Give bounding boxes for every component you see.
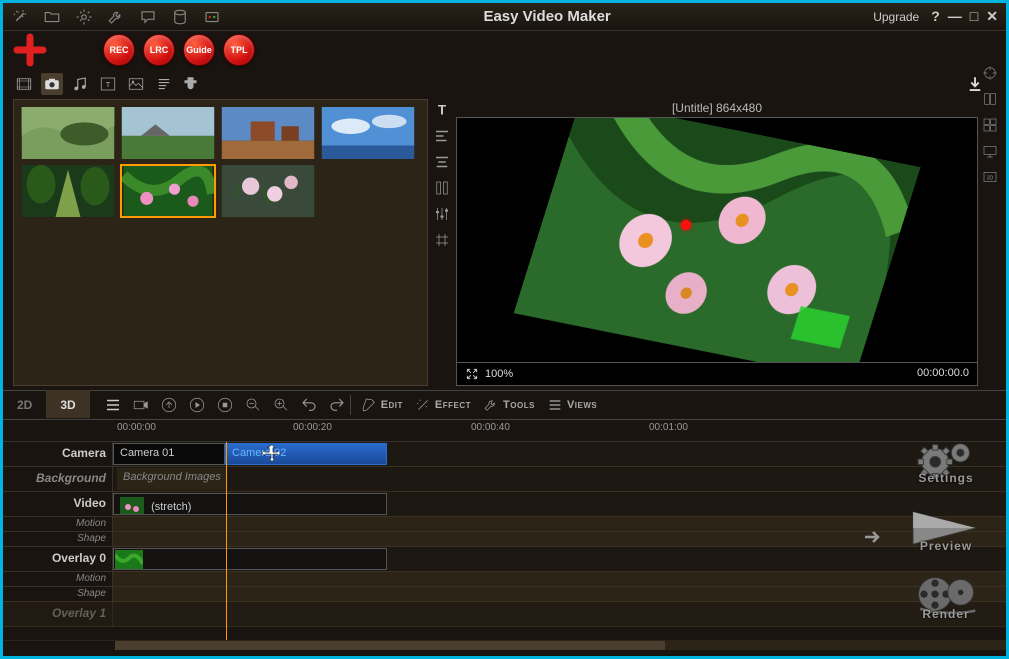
camera-clip[interactable]: Camera 01 bbox=[113, 443, 225, 465]
thumbnail[interactable] bbox=[220, 106, 316, 160]
image-tab-icon[interactable] bbox=[125, 73, 147, 95]
preview-window[interactable] bbox=[456, 117, 978, 363]
align-left-icon[interactable] bbox=[433, 127, 451, 145]
video-tab-icon[interactable] bbox=[13, 73, 35, 95]
preview-toolbar-left: T bbox=[428, 95, 456, 390]
background-hint: Background Images bbox=[117, 468, 227, 490]
horizontal-scrollbar[interactable] bbox=[3, 640, 1006, 650]
preview-button[interactable]: Preview bbox=[896, 501, 996, 555]
right-actions: Settings Preview Render bbox=[896, 433, 996, 623]
redo-icon[interactable] bbox=[328, 396, 346, 414]
wrench-icon[interactable] bbox=[107, 8, 125, 26]
preview-toolbar-right: 3D bbox=[982, 65, 1000, 185]
video-clip[interactable]: (stretch) bbox=[113, 493, 387, 515]
database-icon[interactable] bbox=[171, 8, 189, 26]
fullscreen-icon[interactable] bbox=[465, 367, 479, 381]
3d-icon[interactable]: 3D bbox=[982, 169, 998, 185]
grid-icon[interactable] bbox=[433, 231, 451, 249]
camera-icon[interactable] bbox=[132, 396, 150, 414]
timestamp: 00:00:00.0 bbox=[917, 367, 969, 381]
track-video: Video (stretch) bbox=[3, 492, 1006, 517]
monitor-icon[interactable] bbox=[982, 143, 998, 159]
camera-clip-active[interactable]: Camera 02 bbox=[225, 443, 387, 465]
svg-text:3D: 3D bbox=[987, 176, 994, 182]
audio-tab-icon[interactable] bbox=[69, 73, 91, 95]
playhead[interactable] bbox=[226, 442, 227, 640]
zoom-value: 100% bbox=[485, 368, 513, 380]
gear-icon[interactable] bbox=[75, 8, 93, 26]
timeline-controls: 2D 3D Edit Effect Tools Views bbox=[3, 390, 1006, 420]
zoomin-icon[interactable] bbox=[272, 396, 290, 414]
edit-menu[interactable]: Edit bbox=[355, 397, 409, 413]
svg-text:T: T bbox=[106, 80, 111, 89]
thumbnail[interactable] bbox=[320, 106, 416, 160]
rec-button[interactable]: REC bbox=[103, 34, 135, 66]
list-icon[interactable] bbox=[104, 396, 122, 414]
titlebar: Easy Video Maker Upgrade ? — □ ✕ bbox=[3, 3, 1006, 31]
speech-icon[interactable] bbox=[139, 8, 157, 26]
play-icon[interactable] bbox=[188, 396, 206, 414]
equalizer-icon[interactable] bbox=[433, 205, 451, 223]
timeline-ruler[interactable]: 00:00:00 00:00:20 00:00:40 00:01:00 bbox=[3, 420, 1006, 442]
preview-title: [Untitle] 864x480 bbox=[456, 99, 978, 117]
track-overlay1: Overlay 1 bbox=[3, 602, 1006, 627]
close-button[interactable]: ✕ bbox=[986, 8, 998, 25]
thumbnail[interactable] bbox=[20, 106, 116, 160]
top-toolbar: REC LRC Guide TPL bbox=[3, 31, 1006, 69]
thumbnail[interactable] bbox=[20, 164, 116, 218]
add-button[interactable] bbox=[13, 33, 47, 67]
upgrade-link[interactable]: Upgrade bbox=[873, 10, 919, 24]
text-tab-icon[interactable]: T bbox=[97, 73, 119, 95]
tpl-button[interactable]: TPL bbox=[223, 34, 255, 66]
thumbnails-panel bbox=[13, 99, 428, 386]
overlay-clip[interactable] bbox=[113, 548, 387, 570]
views-menu[interactable]: Views bbox=[541, 397, 603, 413]
column-icon[interactable] bbox=[433, 179, 451, 197]
guide-button[interactable]: Guide bbox=[183, 34, 215, 66]
photo-tab-icon[interactable] bbox=[41, 73, 63, 95]
stop-icon[interactable] bbox=[216, 396, 234, 414]
align-center-icon[interactable] bbox=[433, 153, 451, 171]
prev-icon[interactable] bbox=[160, 396, 178, 414]
help-button[interactable]: ? bbox=[931, 8, 940, 25]
target-icon[interactable] bbox=[982, 65, 998, 81]
plugin-tab-icon[interactable] bbox=[181, 73, 203, 95]
settings-button[interactable]: Settings bbox=[896, 433, 996, 487]
minimize-button[interactable]: — bbox=[948, 8, 962, 25]
zoomout-icon[interactable] bbox=[244, 396, 262, 414]
lyrics-tab-icon[interactable] bbox=[153, 73, 175, 95]
tab-3d[interactable]: 3D bbox=[46, 390, 89, 418]
tab-2d[interactable]: 2D bbox=[3, 392, 46, 418]
thumbnail[interactable] bbox=[120, 106, 216, 160]
svg-text:T: T bbox=[438, 103, 447, 118]
track-background: Background Background Images bbox=[3, 467, 1006, 492]
grid3-icon[interactable] bbox=[982, 117, 998, 133]
app-title: Easy Video Maker bbox=[221, 8, 873, 25]
preview-panel: [Untitle] 864x480 100% bbox=[456, 99, 978, 386]
track-overlay0: Overlay 0 bbox=[3, 547, 1006, 572]
wand-icon[interactable] bbox=[11, 8, 29, 26]
text-tool-icon[interactable]: T bbox=[433, 101, 451, 119]
tools-menu[interactable]: Tools bbox=[477, 397, 541, 413]
thumbnail[interactable] bbox=[120, 164, 216, 218]
split-icon[interactable] bbox=[982, 91, 998, 107]
folder-icon[interactable] bbox=[43, 8, 61, 26]
lrc-button[interactable]: LRC bbox=[143, 34, 175, 66]
tools-icon[interactable] bbox=[203, 8, 221, 26]
arrow-right-icon bbox=[860, 525, 884, 549]
media-tabs: T bbox=[3, 69, 1006, 95]
track-camera: Camera Camera 01 Camera 02 bbox=[3, 442, 1006, 467]
undo-icon[interactable] bbox=[300, 396, 318, 414]
render-button[interactable]: Render bbox=[896, 569, 996, 623]
timeline: Camera Camera 01 Camera 02 Background Ba… bbox=[3, 442, 1006, 640]
maximize-button[interactable]: □ bbox=[970, 8, 978, 25]
thumbnail[interactable] bbox=[220, 164, 316, 218]
effect-menu[interactable]: Effect bbox=[409, 397, 477, 413]
